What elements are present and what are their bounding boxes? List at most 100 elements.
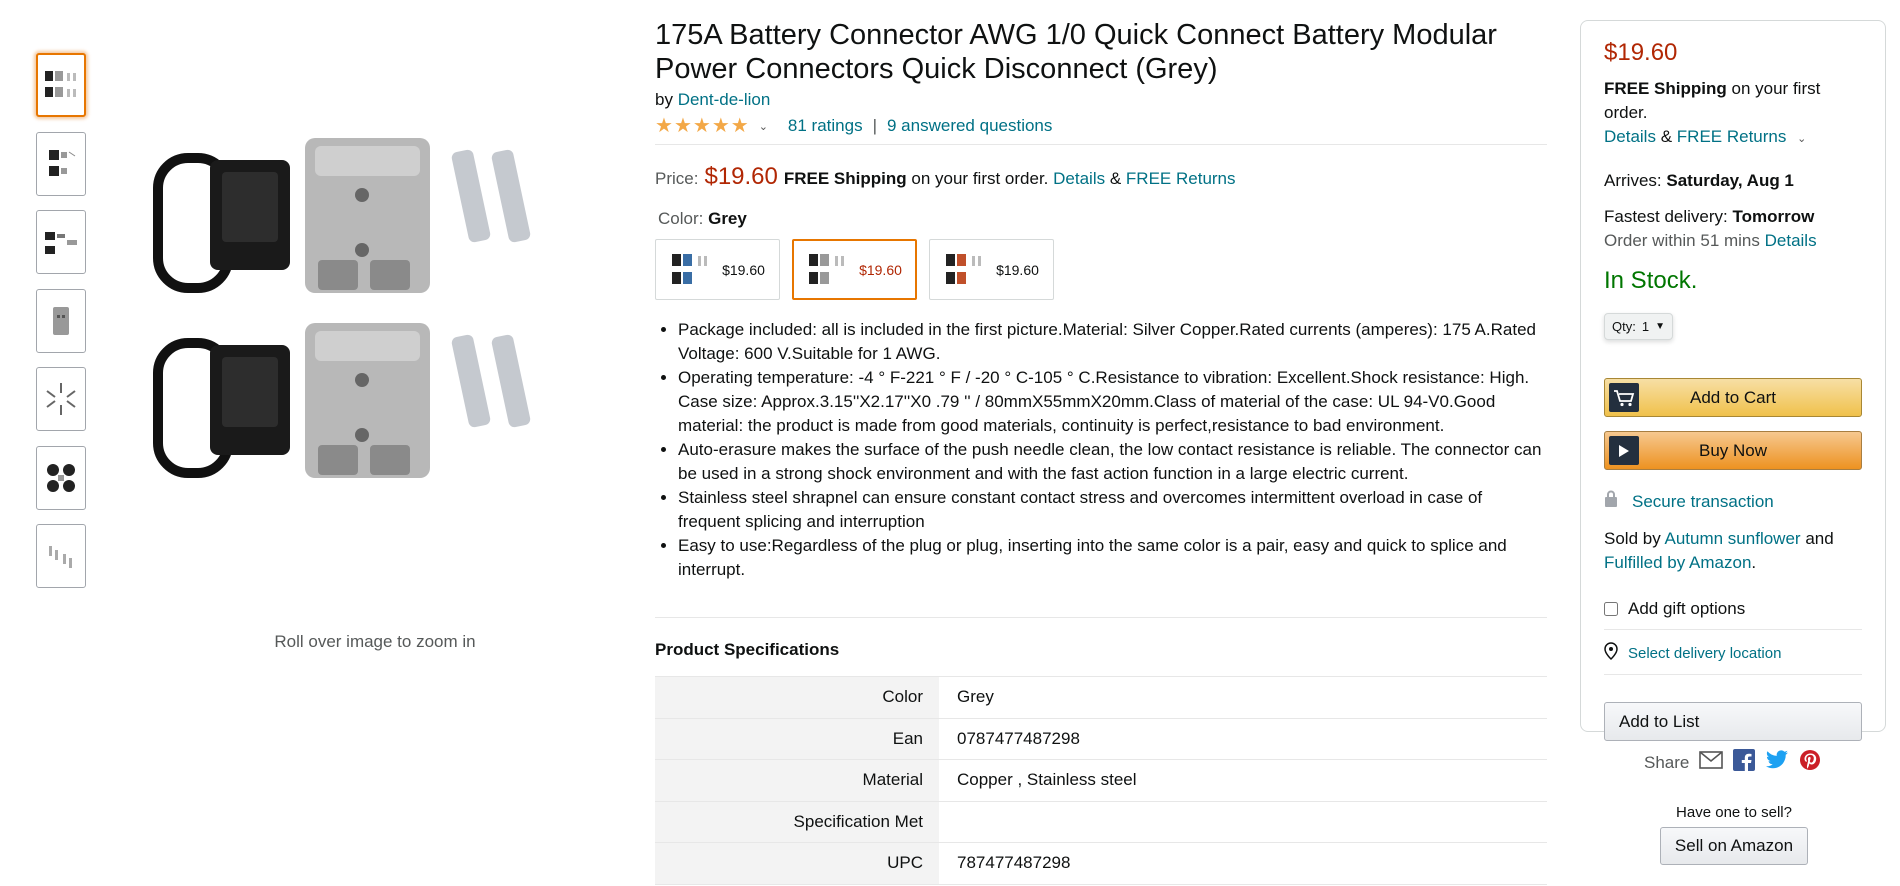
and-text: and	[1805, 529, 1834, 548]
star-icon: ★	[655, 115, 673, 137]
fastest-details-link[interactable]: Details	[1765, 231, 1817, 250]
swatch-price: $19.60	[722, 261, 765, 278]
price-label: Price:	[655, 169, 699, 188]
spec-value: 0787477487298	[939, 717, 1547, 760]
connector-set-bottom-image	[153, 323, 531, 478]
star-rating[interactable]: ★ ★ ★ ★ ★	[655, 116, 749, 136]
separator: |	[872, 116, 877, 135]
gift-checkbox[interactable]	[1604, 602, 1618, 616]
buybox-details-link[interactable]: Details	[1604, 127, 1656, 146]
buybox-price: $19.60	[1604, 39, 1678, 66]
table-row: Ean 0787477487298	[655, 717, 1547, 760]
seller-link[interactable]: Autumn sunflower	[1665, 529, 1801, 548]
color-swatches: $19.60 $19.60 $19.60	[655, 239, 1547, 300]
free-returns-link[interactable]: FREE Returns	[1126, 169, 1236, 189]
add-to-list-button[interactable]: Add to List	[1604, 702, 1862, 741]
spec-value: Copper , Stainless steel	[939, 759, 1547, 802]
thumbnail-strip	[36, 53, 88, 603]
feature-bullet: Easy to use:Regardless of the plug or pl…	[678, 534, 1547, 582]
feature-bullet: Auto-erasure makes the surface of the pu…	[678, 438, 1547, 486]
thumbnail-4[interactable]	[36, 288, 86, 353]
sold-by-label: Sold by	[1604, 529, 1661, 548]
arrives-label: Arrives:	[1604, 171, 1662, 190]
chevron-down-icon[interactable]: ⌄	[1797, 133, 1806, 145]
gift-options: Add gift options	[1604, 599, 1862, 630]
feature-bullet: Package included: all is included in the…	[678, 318, 1547, 366]
swatch-thumbnail	[946, 253, 982, 284]
fastest-day: Tomorrow	[1732, 207, 1815, 226]
color-swatch-2[interactable]: $19.60	[792, 239, 917, 300]
fulfilled-by-amazon-link[interactable]: Fulfilled by Amazon	[1604, 553, 1751, 572]
thumbnail-2[interactable]	[36, 131, 86, 196]
add-to-cart-label: Add to Cart	[1690, 387, 1776, 407]
answered-questions-link[interactable]: 9 answered questions	[887, 116, 1052, 136]
thumbnail-7[interactable]	[36, 524, 86, 588]
color-swatch-3[interactable]: $19.60	[929, 239, 1054, 300]
table-row: Material Copper , Stainless steel	[655, 759, 1547, 802]
sell-on-amazon-button[interactable]: Sell on Amazon	[1659, 827, 1809, 865]
free-shipping-label: FREE Shipping	[783, 169, 907, 188]
facebook-icon[interactable]	[1733, 749, 1756, 776]
buybox-free-shipping: FREE Shipping	[1604, 79, 1727, 98]
fastest-label: Fastest delivery:	[1604, 207, 1728, 226]
sell-section: Have one to sell? Sell on Amazon	[1600, 804, 1868, 865]
color-selector-label: Color: Grey	[655, 209, 1547, 229]
pinterest-icon[interactable]	[1799, 749, 1821, 776]
ratings-link[interactable]: 81 ratings	[788, 116, 863, 136]
brand-link[interactable]: Dent-de-lion	[678, 90, 771, 109]
secure-transaction[interactable]: Secure transaction	[1604, 490, 1862, 513]
qty-value: 1	[1641, 319, 1650, 334]
lock-icon	[1604, 490, 1618, 513]
order-within-text: Order within 51 mins	[1604, 231, 1760, 250]
color-swatch-1[interactable]: $19.60	[655, 239, 780, 300]
chevron-down-icon[interactable]: ⌄	[759, 120, 768, 133]
cart-icon	[1609, 383, 1639, 412]
by-label: by	[655, 90, 673, 109]
connector-set-top-image	[153, 138, 531, 293]
swatch-price: $19.60	[996, 261, 1039, 278]
main-product-image[interactable]	[140, 120, 610, 510]
star-icon: ★	[730, 115, 749, 137]
details-link[interactable]: Details	[1053, 169, 1105, 189]
stock-status: In Stock.	[1604, 267, 1698, 294]
specs-heading: Product Specifications	[655, 640, 840, 659]
product-title: 175A Battery Connector AWG 1/0 Quick Con…	[655, 19, 1497, 85]
thumbnail-3[interactable]	[36, 210, 86, 274]
play-icon	[1609, 436, 1639, 465]
secure-transaction-link[interactable]: Secure transaction	[1632, 492, 1774, 512]
zoom-hint: Roll over image to zoom in	[274, 632, 476, 651]
thumbnail-1[interactable]	[36, 53, 86, 117]
mail-icon[interactable]	[1699, 751, 1724, 774]
thumbnail-6[interactable]	[36, 445, 86, 510]
buybox-free-returns-link[interactable]: FREE Returns	[1677, 127, 1787, 146]
share-label: Share	[1644, 752, 1690, 772]
color-value: Grey	[708, 209, 747, 228]
delivery-location[interactable]: Select delivery location	[1604, 642, 1862, 675]
select-delivery-location-link[interactable]: Select delivery location	[1628, 645, 1781, 662]
ratings-row: ★ ★ ★ ★ ★ ⌄ 81 ratings | 9 answered ques…	[655, 116, 1547, 145]
byline: by Dent-de-lion	[655, 90, 1547, 110]
period: .	[1751, 553, 1757, 572]
fastest-delivery: Fastest delivery: Tomorrow	[1604, 205, 1862, 229]
thumbnail-5[interactable]	[36, 367, 86, 431]
chevron-down-icon: ▼	[1655, 321, 1665, 332]
ampersand: &	[1109, 169, 1122, 188]
location-pin-icon	[1604, 642, 1618, 664]
spec-value	[939, 800, 1547, 843]
buy-now-label: Buy Now	[1698, 440, 1768, 460]
table-row: Color Grey	[655, 676, 1547, 719]
quantity-select[interactable]: Qty: 1 ▼	[1604, 313, 1673, 340]
buy-now-button[interactable]: Buy Now	[1604, 431, 1862, 470]
spec-key: Color	[655, 676, 939, 719]
table-row: UPC 787477487298	[655, 842, 1547, 885]
arrival-info: Arrives: Saturday, Aug 1	[1604, 169, 1862, 193]
gift-label: Add gift options	[1628, 599, 1746, 618]
sold-by: Sold by Autumn sunflower and Fulfilled b…	[1604, 527, 1862, 575]
buy-box: $19.60 FREE Shipping on your first order…	[1580, 20, 1886, 741]
twitter-icon[interactable]	[1765, 750, 1789, 775]
table-row: Specification Met	[655, 800, 1547, 843]
divider	[655, 617, 1547, 618]
feature-bullet: Operating temperature: -4 ° F-221 ° F / …	[678, 366, 1547, 438]
add-to-cart-button[interactable]: Add to Cart	[1604, 378, 1862, 417]
share-row: Share	[1644, 749, 1821, 776]
